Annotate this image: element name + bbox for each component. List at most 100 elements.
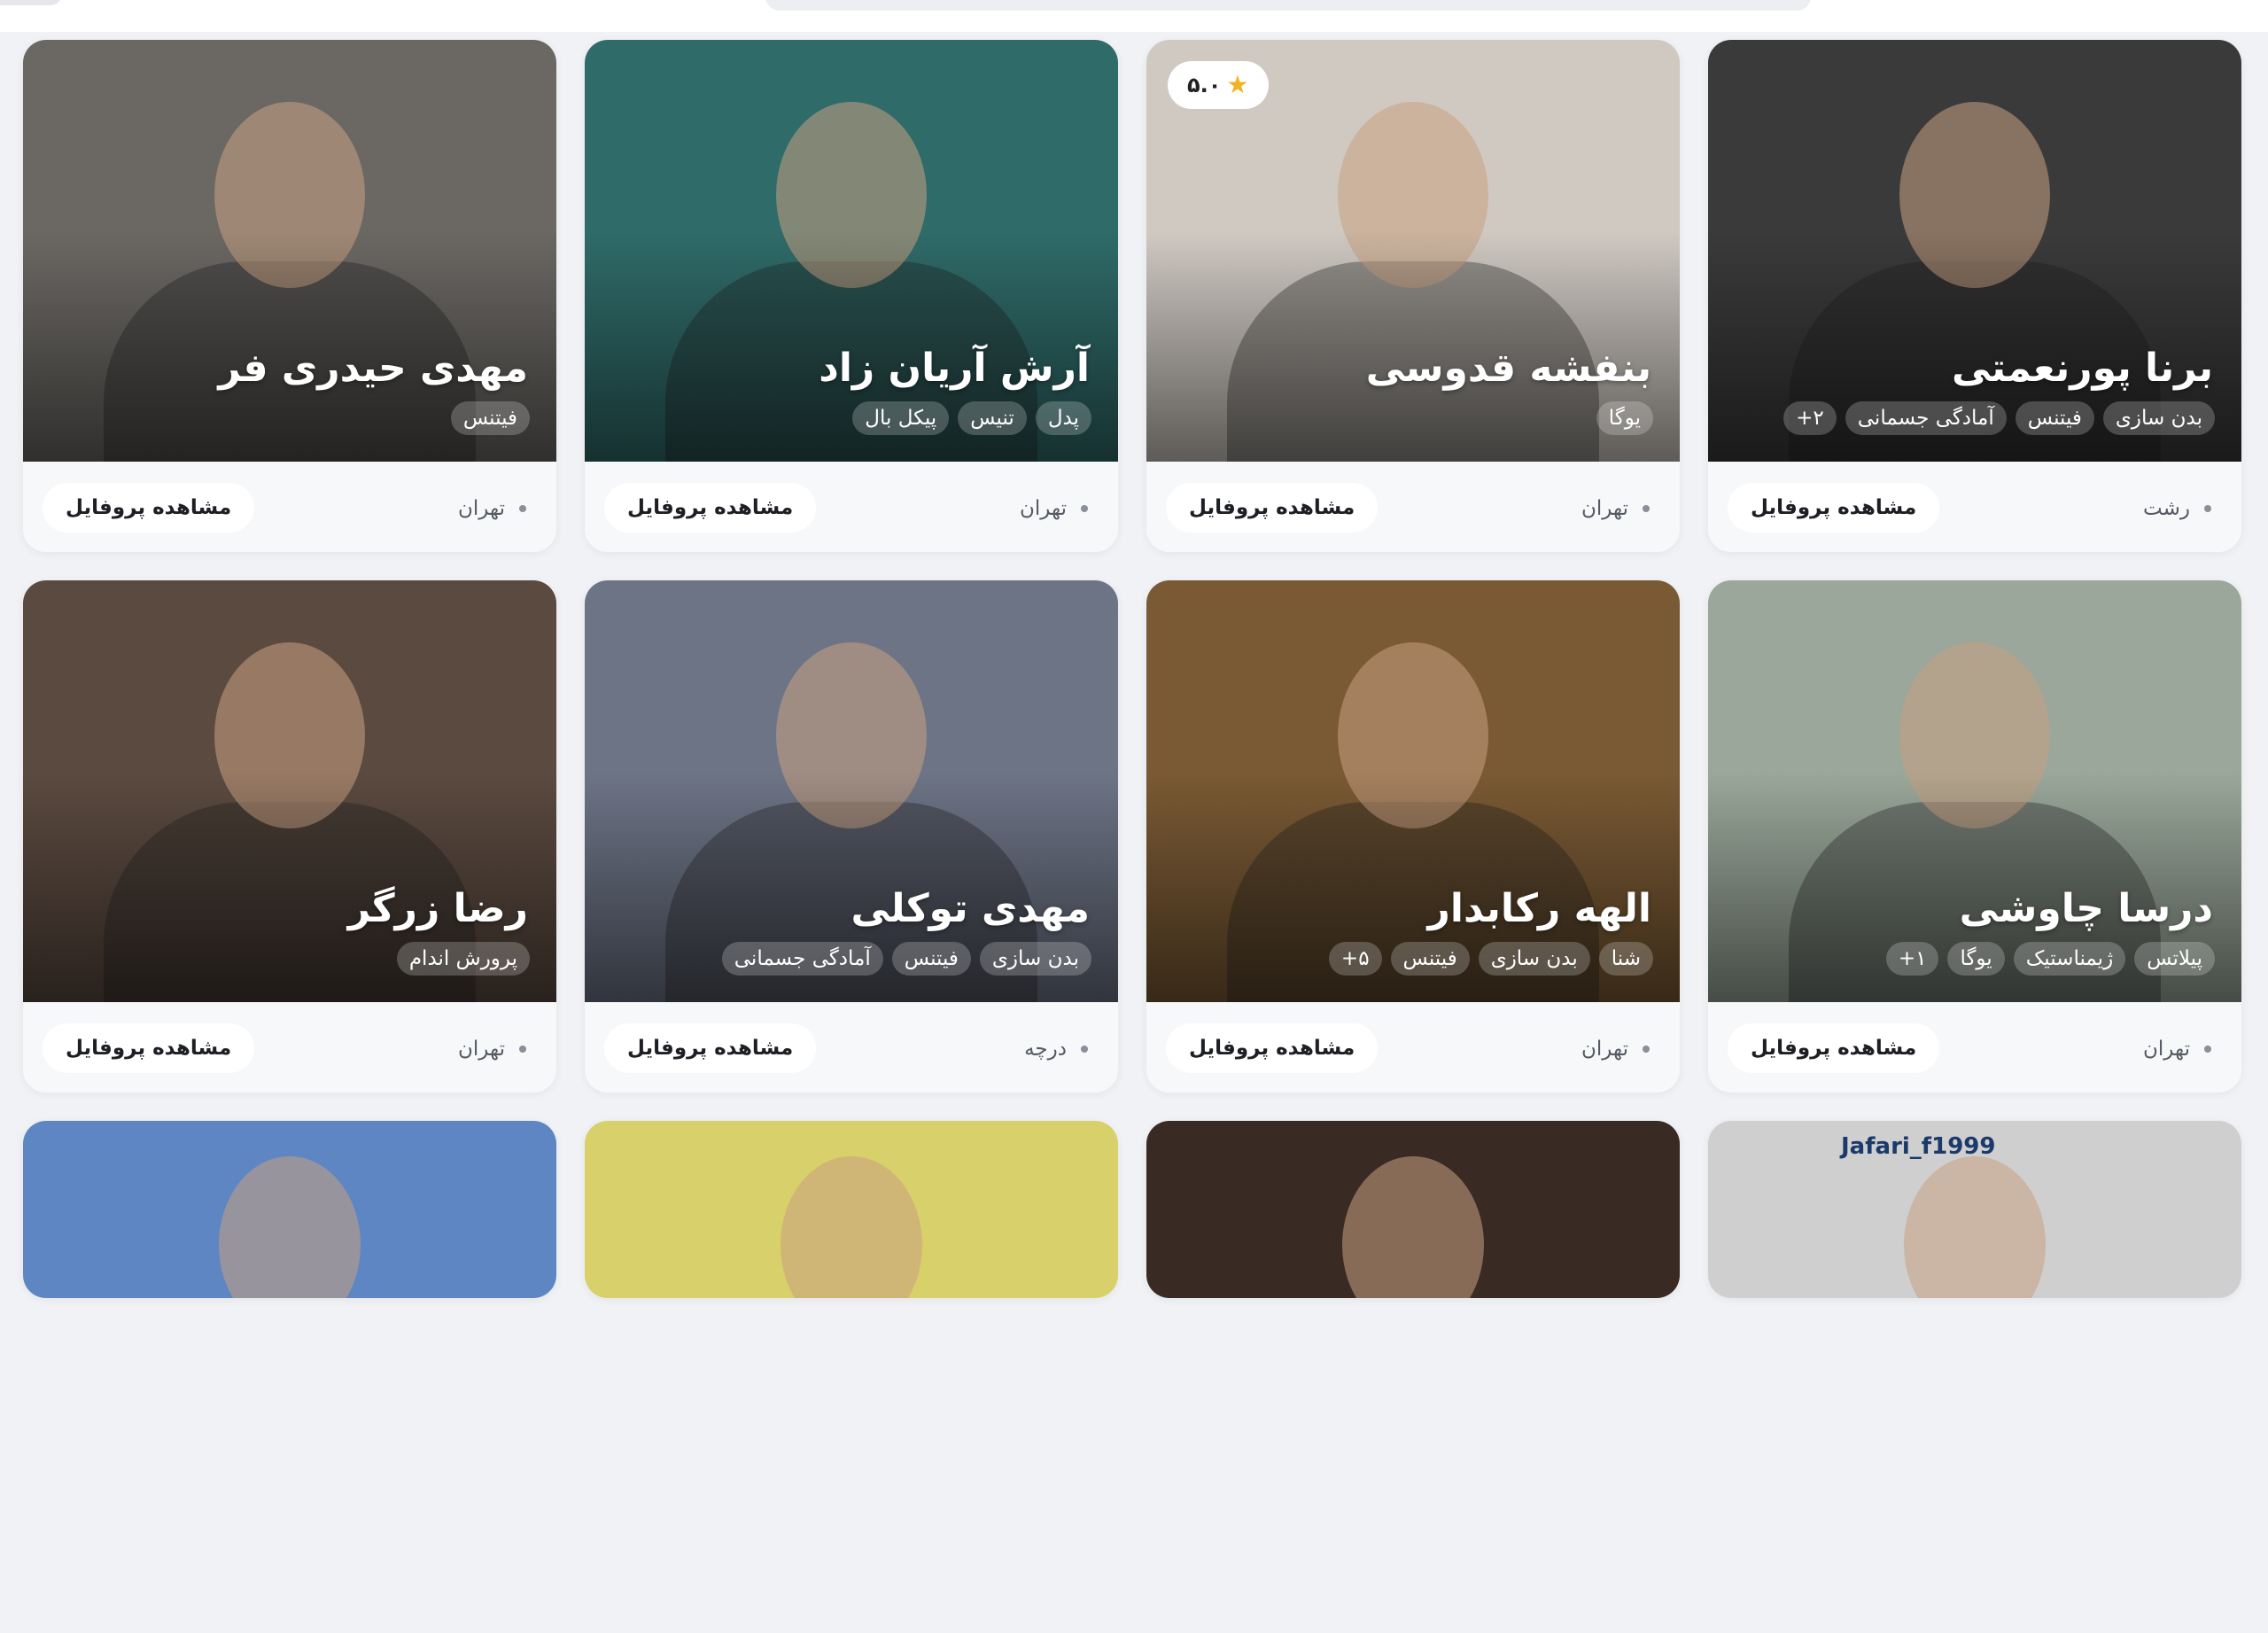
trainer-name: بنفشه قدوسی [1365, 346, 1651, 391]
card-footer: رشت مشاهده پروفایل [1708, 462, 2241, 552]
sport-tag: ۲+ [1783, 401, 1837, 435]
trainer-name: درسا چاوشی [1959, 886, 2213, 931]
portrait-head [1904, 1156, 2046, 1298]
location-dot-icon [1081, 505, 1088, 512]
trainer-card[interactable] [585, 1121, 1118, 1298]
trainer-card[interactable]: الهه رکابدار شنا بدن سازی فیتنس ۵+ تهران مشاهد… [1146, 580, 1680, 1093]
trainer-photo: برنا پورنعمتی بدن سازی فیتنس آمادگی جسمانی ۲… [1708, 40, 2241, 462]
location: تهران [1581, 497, 1650, 520]
trainer-photo: رضا زرگر پرورش اندام [23, 580, 556, 1002]
sport-tag: ژیمناستیک [2013, 942, 2126, 976]
trainer-card[interactable]: ۵.۰ ★ بنفشه قدوسی یوگا تهران مشاهده پروفایل [1146, 40, 1680, 552]
sport-tag: بدن سازی [1478, 942, 1590, 976]
sport-tag: پرورش اندام [396, 942, 530, 976]
view-profile-button[interactable]: مشاهده پروفایل [1728, 1023, 1940, 1073]
trainer-name: رضا زرگر [347, 886, 528, 931]
trainer-card[interactable]: Jafari_f1999 [1708, 1121, 2241, 1298]
portrait-head [781, 1156, 922, 1298]
sport-tag: ۱+ [1885, 942, 1939, 976]
sport-tag: بدن سازی [979, 942, 1091, 976]
trainer-photo [23, 1121, 556, 1298]
star-icon: ★ [1226, 70, 1249, 99]
city-name: تهران [2143, 1038, 2190, 1061]
search-bar[interactable] [765, 0, 1811, 11]
city-name: تهران [458, 497, 505, 520]
location: درچه [1024, 1038, 1088, 1061]
card-footer: تهران مشاهده پروفایل [1146, 1002, 1680, 1093]
trainer-name: الهه رکابدار [1427, 886, 1651, 931]
trainer-card[interactable]: درسا چاوشی پیلاتس ژیمناستیک یوگا ۱+ تهران مشاه… [1708, 580, 2241, 1093]
location-dot-icon [1643, 1046, 1650, 1053]
sport-tags: بدن سازی فیتنس آمادگی جسمانی [721, 942, 1091, 976]
trainer-name: برنا پورنعمتی [1951, 346, 2213, 391]
portrait-head [1342, 1156, 1484, 1298]
trainer-photo [1146, 1121, 1680, 1298]
city-name: تهران [458, 1038, 505, 1061]
view-profile-button[interactable]: مشاهده پروفایل [43, 483, 255, 533]
trainer-name: مهدی حیدری فر [218, 346, 528, 391]
sport-tag: ۵+ [1328, 942, 1382, 976]
location: تهران [1581, 1038, 1650, 1061]
location: تهران [458, 1038, 526, 1061]
trainer-card[interactable] [23, 1121, 556, 1298]
card-footer: تهران مشاهده پروفایل [23, 1002, 556, 1093]
sport-tag: بدن سازی [2102, 401, 2215, 435]
sport-tag: تنیس [958, 401, 1027, 435]
city-name: تهران [1581, 497, 1628, 520]
view-profile-button[interactable]: مشاهده پروفایل [604, 1023, 817, 1073]
trainer-card[interactable]: برنا پورنعمتی بدن سازی فیتنس آمادگی جسمانی ۲… [1708, 40, 2241, 552]
trainer-card[interactable]: مهدی حیدری فر فیتنس تهران مشاهده پروفایل [23, 40, 556, 552]
rating-badge: ۵.۰ ★ [1168, 61, 1269, 109]
sport-tag: یوگا [1596, 401, 1653, 435]
trainer-photo: Jafari_f1999 [1708, 1121, 2241, 1298]
trainer-name: مهدی توکلی [850, 886, 1090, 931]
trainer-card[interactable]: آرش آریان زاد پدل تنیس پیکل بال تهران مشاهده … [585, 40, 1118, 552]
rating-value: ۵.۰ [1187, 73, 1222, 97]
location: رشت [2143, 497, 2211, 520]
trainer-photo [585, 1121, 1118, 1298]
trainer-photo: ۵.۰ ★ بنفشه قدوسی یوگا [1146, 40, 1680, 462]
view-profile-button[interactable]: مشاهده پروفایل [43, 1023, 255, 1073]
location-dot-icon [2204, 1046, 2211, 1053]
location: تهران [1020, 497, 1088, 520]
card-footer: تهران مشاهده پروفایل [585, 462, 1118, 552]
sport-tags: یوگا [1596, 401, 1653, 435]
city-name: تهران [1020, 497, 1067, 520]
top-bar [0, 0, 2268, 32]
city-name: تهران [1581, 1038, 1628, 1061]
trainer-card[interactable]: رضا زرگر پرورش اندام تهران مشاهده پروفایل [23, 580, 556, 1093]
sport-tag: پدل [1035, 401, 1091, 435]
sport-tag: فیتنس [891, 942, 971, 976]
portrait-head [219, 1156, 361, 1298]
trainer-card[interactable] [1146, 1121, 1680, 1298]
card-footer: تهران مشاهده پروفایل [23, 462, 556, 552]
top-left-control[interactable] [0, 0, 62, 5]
trainer-photo: درسا چاوشی پیلاتس ژیمناستیک یوگا ۱+ [1708, 580, 2241, 1002]
sport-tag: آمادگی جسمانی [1845, 401, 2007, 435]
view-profile-button[interactable]: مشاهده پروفایل [604, 483, 817, 533]
sport-tags: پرورش اندام [396, 942, 530, 976]
trainer-name: آرش آریان زاد [819, 346, 1090, 391]
view-profile-button[interactable]: مشاهده پروفایل [1166, 1023, 1379, 1073]
sport-tag: فیتنس [1390, 942, 1470, 976]
card-footer: تهران مشاهده پروفایل [1146, 462, 1680, 552]
trainer-photo: آرش آریان زاد پدل تنیس پیکل بال [585, 40, 1118, 462]
view-profile-button[interactable]: مشاهده پروفایل [1166, 483, 1379, 533]
city-name: درچه [1024, 1038, 1067, 1061]
sport-tags: فیتنس [450, 401, 530, 435]
view-profile-button[interactable]: مشاهده پروفایل [1728, 483, 1940, 533]
sport-tag: فیتنس [450, 401, 530, 435]
card-footer: درچه مشاهده پروفایل [585, 1002, 1118, 1093]
location: تهران [2143, 1038, 2211, 1061]
sport-tags: شنا بدن سازی فیتنس ۵+ [1328, 942, 1653, 976]
card-footer: تهران مشاهده پروفایل [1708, 1002, 2241, 1093]
sport-tag: فیتنس [2015, 401, 2094, 435]
sport-tag: آمادگی جسمانی [721, 942, 883, 976]
trainer-grid: برنا پورنعمتی بدن سازی فیتنس آمادگی جسمانی ۲… [23, 40, 2241, 1633]
city-name: رشت [2143, 497, 2190, 520]
location-dot-icon [519, 505, 526, 512]
sport-tag: شنا [1598, 942, 1653, 976]
trainer-photo: الهه رکابدار شنا بدن سازی فیتنس ۵+ [1146, 580, 1680, 1002]
trainer-card[interactable]: مهدی توکلی بدن سازی فیتنس آمادگی جسمانی درچه… [585, 580, 1118, 1093]
location-dot-icon [2204, 505, 2211, 512]
